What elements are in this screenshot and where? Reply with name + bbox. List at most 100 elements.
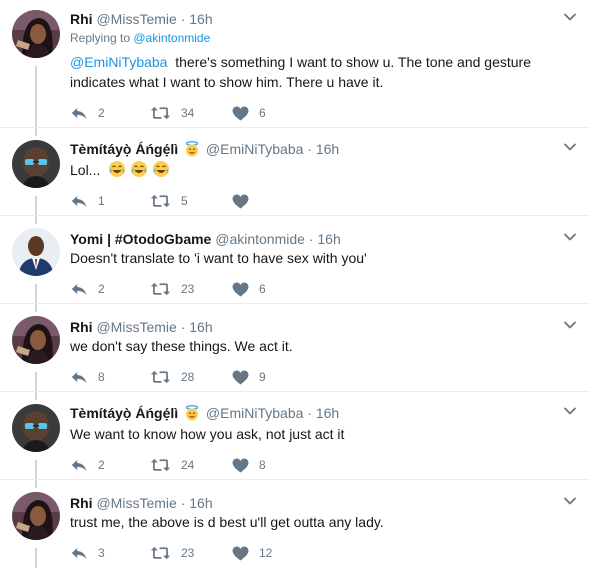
tweet-text-line: we don't say these things. We act it.	[70, 338, 293, 354]
tweet-header: Rhi @MissTemie · 16h	[70, 318, 213, 336]
reply-button[interactable]: 2	[70, 458, 150, 473]
avatar[interactable]	[12, 228, 60, 276]
username[interactable]: @MissTemie	[96, 319, 176, 335]
reply-count: 2	[98, 282, 105, 296]
like-button[interactable]: 9	[232, 370, 266, 385]
tweet-text-line: Doesn't translate to 'i want to have sex…	[70, 250, 367, 266]
retweet-icon	[150, 282, 171, 296]
avatar-image	[12, 404, 60, 452]
tweet-text: trust me, the above is d best u'll get o…	[70, 512, 550, 532]
like-button[interactable]: 12	[232, 546, 272, 561]
avatar-image	[12, 10, 60, 58]
username[interactable]: @EmiNiTybaba	[206, 141, 303, 157]
halo-emoji-icon	[184, 405, 200, 421]
reply-button[interactable]: 2	[70, 282, 150, 297]
tweet[interactable]: Rhi @MissTemie · 16h trust me, the above…	[0, 480, 589, 568]
retweet-icon	[150, 106, 171, 120]
retweet-count: 5	[181, 194, 188, 208]
tweet[interactable]: Rhi @MissTemie · 16h we don't say these …	[0, 304, 589, 392]
separator: ·	[180, 11, 186, 27]
separator: ·	[307, 141, 312, 157]
avatar[interactable]	[12, 492, 60, 540]
tweet-text: Doesn't translate to 'i want to have sex…	[70, 248, 550, 268]
avatar-image	[12, 316, 60, 364]
tweet-header: Tèmítáyọ̀ Áńgẹ́lì @EmiNiTybaba · 16h	[70, 404, 339, 422]
retweet-button[interactable]: 28	[150, 370, 232, 384]
tweet-text-line: Lol...	[70, 162, 101, 178]
reply-button[interactable]: 8	[70, 370, 150, 385]
retweet-button[interactable]: 24	[150, 458, 232, 472]
reply-icon	[70, 106, 88, 121]
separator: ·	[307, 405, 312, 421]
display-name[interactable]: Yomi | #OtodoGbame	[70, 231, 211, 247]
username[interactable]: @MissTemie	[96, 11, 176, 27]
timestamp[interactable]: 16h	[317, 231, 340, 247]
mention-link[interactable]: @EmiNiTybaba	[70, 54, 167, 70]
reply-button[interactable]: 2	[70, 106, 150, 121]
retweet-icon	[150, 458, 171, 472]
display-name[interactable]: Tèmítáyọ̀ Áńgẹ́lì	[70, 141, 178, 157]
like-button[interactable]: 6	[232, 106, 266, 121]
replying-to: Replying to @akintonmide	[70, 31, 210, 45]
timestamp[interactable]: 16h	[189, 11, 212, 27]
avatar[interactable]	[12, 404, 60, 452]
chevron-down-icon[interactable]	[563, 140, 577, 154]
timestamp[interactable]: 16h	[189, 319, 212, 335]
chevron-down-icon[interactable]	[563, 404, 577, 418]
tweet[interactable]: Yomi | #OtodoGbame @akintonmide · 16h Do…	[0, 216, 589, 304]
timestamp[interactable]: 16h	[316, 141, 339, 157]
reply-icon	[70, 194, 88, 209]
display-name[interactable]: Rhi	[70, 11, 93, 27]
tweet-text-line: trust me, the above is d best u'll get o…	[70, 514, 384, 530]
heart-icon	[232, 194, 249, 209]
display-name[interactable]: Rhi	[70, 495, 93, 511]
retweet-button[interactable]: 23	[150, 546, 232, 560]
reply-count: 1	[98, 194, 105, 208]
tweet-text-line: We want to know how you ask, not just ac…	[70, 426, 345, 442]
reply-icon	[70, 370, 88, 385]
avatar[interactable]	[12, 10, 60, 58]
chevron-down-icon[interactable]	[563, 318, 577, 332]
timestamp[interactable]: 16h	[316, 405, 339, 421]
retweet-button[interactable]: 34	[150, 106, 232, 120]
laughing-emoji-icon	[108, 160, 126, 178]
avatar[interactable]	[12, 140, 60, 188]
reply-button[interactable]: 1	[70, 194, 150, 209]
username[interactable]: @akintonmide	[215, 231, 305, 247]
tweet-header: Tèmítáyọ̀ Áńgẹ́lì @EmiNiTybaba · 16h	[70, 140, 339, 158]
heart-icon	[232, 458, 249, 473]
retweet-icon	[150, 370, 171, 384]
like-button[interactable]: 8	[232, 458, 266, 473]
reply-count: 2	[98, 106, 105, 120]
laughing-emoji-icon	[130, 160, 148, 178]
display-name[interactable]: Rhi	[70, 319, 93, 335]
halo-emoji-icon	[184, 141, 200, 157]
display-name[interactable]: Tèmítáyọ̀ Áńgẹ́lì	[70, 405, 178, 421]
like-count: 6	[259, 282, 266, 296]
retweet-button[interactable]: 5	[150, 194, 232, 208]
replying-to-link[interactable]: @akintonmide	[133, 31, 210, 45]
tweet-actions: 3 23 12	[70, 544, 272, 562]
tweet-text: Lol...	[70, 160, 550, 180]
retweet-button[interactable]: 23	[150, 282, 232, 296]
tweet[interactable]: Tèmítáyọ̀ Áńgẹ́lì @EmiNiTybaba · 16h Lol…	[0, 128, 589, 216]
retweet-count: 23	[181, 546, 195, 560]
chevron-down-icon[interactable]	[563, 494, 577, 508]
tweet[interactable]: Rhi @MissTemie · 16h Replying to @akinto…	[0, 0, 589, 128]
tweet-actions: 2 23 6	[70, 280, 266, 298]
like-button[interactable]: 6	[232, 282, 266, 297]
chevron-down-icon[interactable]	[563, 10, 577, 24]
avatar[interactable]	[12, 316, 60, 364]
reply-button[interactable]: 3	[70, 546, 150, 561]
username[interactable]: @EmiNiTybaba	[206, 405, 303, 421]
tweet-text-line: there's something I want to show u. The …	[175, 54, 531, 70]
timestamp[interactable]: 16h	[189, 495, 212, 511]
reply-count: 2	[98, 458, 105, 472]
retweet-count: 24	[181, 458, 195, 472]
retweet-icon	[150, 194, 171, 208]
username[interactable]: @MissTemie	[96, 495, 176, 511]
like-button[interactable]	[232, 194, 259, 209]
chevron-down-icon[interactable]	[563, 230, 577, 244]
tweet[interactable]: Tèmítáyọ̀ Áńgẹ́lì @EmiNiTybaba · 16h We …	[0, 392, 589, 480]
reply-icon	[70, 458, 88, 473]
